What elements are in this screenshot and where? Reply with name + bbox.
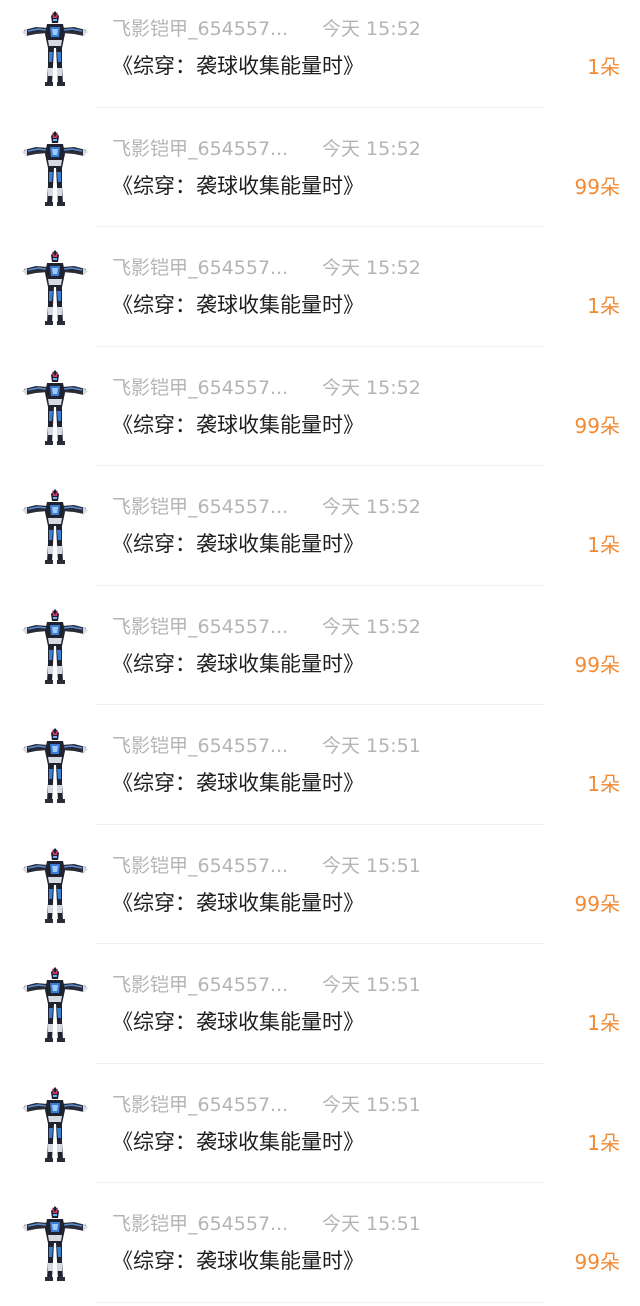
timestamp: 今天 15:52	[322, 137, 421, 160]
gift-amount: 99朵	[574, 413, 620, 438]
sender-name[interactable]: 飞影铠甲_654557...	[112, 17, 288, 41]
sender-name[interactable]: 飞影铠甲_654557...	[112, 256, 288, 280]
book-title[interactable]: 《综穿：袭球收集能量时》	[112, 52, 364, 80]
sender-name[interactable]: 飞影铠甲_654557...	[112, 495, 288, 519]
timestamp: 今天 15:52	[322, 18, 421, 40]
gift-amount: 1朵	[587, 1011, 620, 1035]
gift-amount: 1朵	[587, 1130, 620, 1155]
timestamp: 今天 15:51	[322, 735, 421, 757]
timestamp: 今天 15:51	[322, 974, 421, 996]
avatar[interactable]	[22, 488, 88, 564]
armored-hero-icon	[22, 728, 88, 803]
gift-amount: 99朵	[574, 891, 620, 916]
avatar[interactable]	[22, 966, 88, 1042]
list-item[interactable]: 飞影铠甲_654557... 今天 15:52 《综穿：袭球收集能量时》 1朵	[0, 466, 640, 586]
book-title[interactable]: 《综穿：袭球收集能量时》	[112, 889, 364, 917]
sender-name[interactable]: 飞影铠甲_654557...	[112, 376, 288, 400]
avatar[interactable]	[22, 608, 88, 684]
timestamp: 今天 15:52	[322, 376, 421, 399]
book-title[interactable]: 《综穿：袭球收集能量时》	[112, 172, 364, 200]
gift-amount: 1朵	[587, 772, 620, 796]
gift-amount: 1朵	[587, 55, 620, 79]
avatar[interactable]	[22, 1086, 88, 1162]
book-title[interactable]: 《综穿：袭球收集能量时》	[112, 1247, 364, 1275]
timestamp: 今天 15:52	[322, 496, 421, 518]
gift-amount: 99朵	[574, 652, 620, 677]
armored-hero-icon	[22, 250, 88, 325]
list-item[interactable]: 飞影铠甲_654557... 今天 15:52 《综穿：袭球收集能量时》 1朵	[0, 227, 640, 347]
sender-name[interactable]: 飞影铠甲_654557...	[112, 1093, 288, 1117]
avatar[interactable]	[22, 727, 88, 803]
avatar[interactable]	[22, 130, 88, 206]
avatar[interactable]	[22, 10, 88, 86]
sender-name[interactable]: 飞影铠甲_654557...	[112, 854, 288, 878]
avatar[interactable]	[22, 369, 88, 445]
avatar[interactable]	[22, 249, 88, 325]
book-title[interactable]: 《综穿：袭球收集能量时》	[112, 1008, 364, 1036]
timestamp: 今天 15:52	[322, 257, 421, 279]
avatar[interactable]	[22, 847, 88, 923]
book-title[interactable]: 《综穿：袭球收集能量时》	[112, 291, 364, 319]
avatar[interactable]	[22, 1205, 88, 1281]
armored-hero-icon	[22, 967, 88, 1042]
armored-hero-icon	[22, 1206, 88, 1281]
gift-amount: 1朵	[587, 294, 620, 318]
list-item[interactable]: 飞影铠甲_654557... 今天 15:51 《综穿：袭球收集能量时》 1朵	[0, 705, 640, 825]
armored-hero-icon	[22, 608, 88, 684]
armored-hero-icon	[22, 369, 88, 445]
list-item[interactable]: 飞影铠甲_654557... 今天 15:52 《综穿：袭球收集能量时》 99朵	[0, 586, 640, 705]
list-item[interactable]: 飞影铠甲_654557... 今天 15:51 《综穿：袭球收集能量时》 99朵	[0, 1183, 640, 1303]
list-item[interactable]: 飞影铠甲_654557... 今天 15:51 《综穿：袭球收集能量时》 1朵	[0, 1064, 640, 1183]
armored-hero-icon	[22, 130, 88, 206]
book-title[interactable]: 《综穿：袭球收集能量时》	[112, 1128, 364, 1156]
book-title[interactable]: 《综穿：袭球收集能量时》	[112, 769, 364, 797]
armored-hero-icon	[22, 847, 88, 923]
list-item[interactable]: 飞影铠甲_654557... 今天 15:51 《综穿：袭球收集能量时》 1朵	[0, 944, 640, 1064]
timestamp: 今天 15:51	[322, 1213, 421, 1235]
sender-name[interactable]: 飞影铠甲_654557...	[112, 734, 288, 758]
book-title[interactable]: 《综穿：袭球收集能量时》	[112, 411, 364, 439]
gift-amount: 1朵	[587, 533, 620, 557]
book-title[interactable]: 《综穿：袭球收集能量时》	[112, 650, 364, 678]
gift-record-list: 飞影铠甲_654557... 今天 15:52 《综穿：袭球收集能量时》 1朵	[0, 0, 640, 1303]
timestamp: 今天 15:52	[322, 615, 421, 638]
list-item[interactable]: 飞影铠甲_654557... 今天 15:51 《综穿：袭球收集能量时》 99朵	[0, 825, 640, 944]
armored-hero-icon	[22, 489, 88, 564]
sender-name[interactable]: 飞影铠甲_654557...	[112, 615, 288, 639]
timestamp: 今天 15:51	[322, 1093, 421, 1116]
list-item[interactable]: 飞影铠甲_654557... 今天 15:52 《综穿：袭球收集能量时》 1朵	[0, 0, 640, 108]
list-item[interactable]: 飞影铠甲_654557... 今天 15:52 《综穿：袭球收集能量时》 99朵	[0, 347, 640, 466]
sender-name[interactable]: 飞影铠甲_654557...	[112, 137, 288, 161]
gift-amount: 99朵	[574, 1250, 620, 1274]
book-title[interactable]: 《综穿：袭球收集能量时》	[112, 530, 364, 558]
timestamp: 今天 15:51	[322, 854, 421, 877]
sender-name[interactable]: 飞影铠甲_654557...	[112, 1212, 288, 1236]
armored-hero-icon	[22, 11, 88, 86]
divider	[96, 1301, 544, 1303]
armored-hero-icon	[22, 1086, 88, 1162]
sender-name[interactable]: 飞影铠甲_654557...	[112, 973, 288, 997]
list-item[interactable]: 飞影铠甲_654557... 今天 15:52 《综穿：袭球收集能量时》 99朵	[0, 108, 640, 227]
gift-amount: 99朵	[574, 174, 620, 199]
